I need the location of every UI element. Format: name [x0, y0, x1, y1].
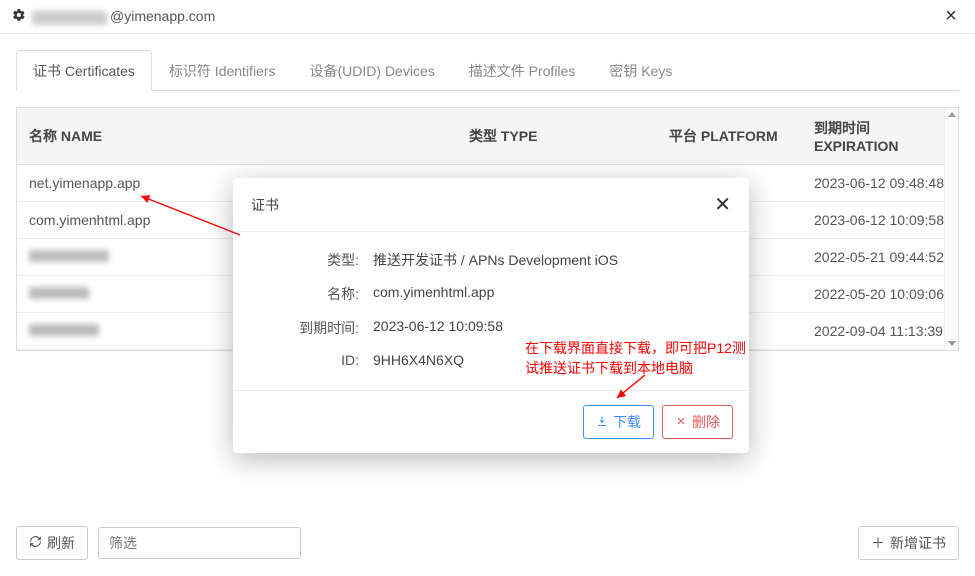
plus-icon: ＋ — [871, 533, 885, 553]
modal-footer: 下载 删除 — [233, 390, 749, 453]
certificate-modal: 证书 ✕ 类型: 推送开发证书 / APNs Development iOS 名… — [233, 178, 749, 453]
footer-bar: 刷新 ＋ 新增证书 — [16, 526, 959, 560]
col-name[interactable]: 名称 NAME — [17, 108, 457, 165]
field-name: 名称: com.yimenhtml.app — [255, 284, 727, 304]
delete-label: 删除 — [692, 412, 720, 432]
refresh-label: 刷新 — [47, 533, 75, 553]
refresh-button[interactable]: 刷新 — [16, 526, 88, 560]
gear-icon — [12, 8, 26, 25]
tab-profiles[interactable]: 描述文件 Profiles — [452, 50, 593, 91]
tab-identifiers[interactable]: 标识符 Identifiers — [152, 50, 293, 91]
account-email: @yimenapp.com — [32, 8, 939, 24]
download-icon — [596, 414, 608, 430]
add-label: 新增证书 — [890, 533, 946, 553]
delete-button[interactable]: 删除 — [662, 405, 733, 439]
table-header-row: 名称 NAME 类型 TYPE 平台 PLATFORM 到期时间 EXPIRAT… — [17, 108, 958, 165]
table-scrollbar[interactable] — [944, 108, 958, 350]
filter-input[interactable] — [98, 527, 301, 559]
close-icon[interactable]: × — [939, 5, 963, 28]
add-certificate-button[interactable]: ＋ 新增证书 — [858, 526, 959, 560]
tab-bar: 证书 Certificates 标识符 Identifiers 设备(UDID)… — [16, 50, 959, 91]
tab-devices[interactable]: 设备(UDID) Devices — [293, 50, 452, 91]
col-expiration[interactable]: 到期时间 EXPIRATION — [802, 108, 958, 165]
col-type[interactable]: 类型 TYPE — [457, 108, 657, 165]
cell-exp: 2022-09-04 11:13:39 — [802, 313, 958, 350]
modal-title: 证书 — [251, 195, 714, 215]
col-platform[interactable]: 平台 PLATFORM — [657, 108, 802, 165]
tab-certificates[interactable]: 证书 Certificates — [16, 50, 152, 91]
cell-exp: 2023-06-12 10:09:58 — [802, 202, 958, 239]
annotation-text: 在下载界面直接下载，即可把P12测试推送证书下载到本地电脑 — [525, 339, 755, 378]
field-expiration: 到期时间: 2023-06-12 10:09:58 — [255, 318, 727, 338]
delete-icon — [675, 414, 687, 430]
field-type: 类型: 推送开发证书 / APNs Development iOS — [255, 250, 727, 270]
modal-header: 证书 ✕ — [233, 178, 749, 232]
cell-exp: 2022-05-20 10:09:06 — [802, 276, 958, 313]
email-local-blurred — [32, 11, 107, 25]
tab-keys[interactable]: 密钥 Keys — [592, 50, 689, 91]
refresh-icon — [29, 535, 42, 551]
cell-exp: 2023-06-12 09:48:48 — [802, 165, 958, 202]
cell-exp: 2022-05-21 09:44:52 — [802, 239, 958, 276]
download-label: 下载 — [613, 412, 641, 432]
window-header: @yimenapp.com × — [0, 0, 975, 34]
download-button[interactable]: 下载 — [583, 405, 654, 439]
modal-close-icon[interactable]: ✕ — [714, 192, 731, 217]
